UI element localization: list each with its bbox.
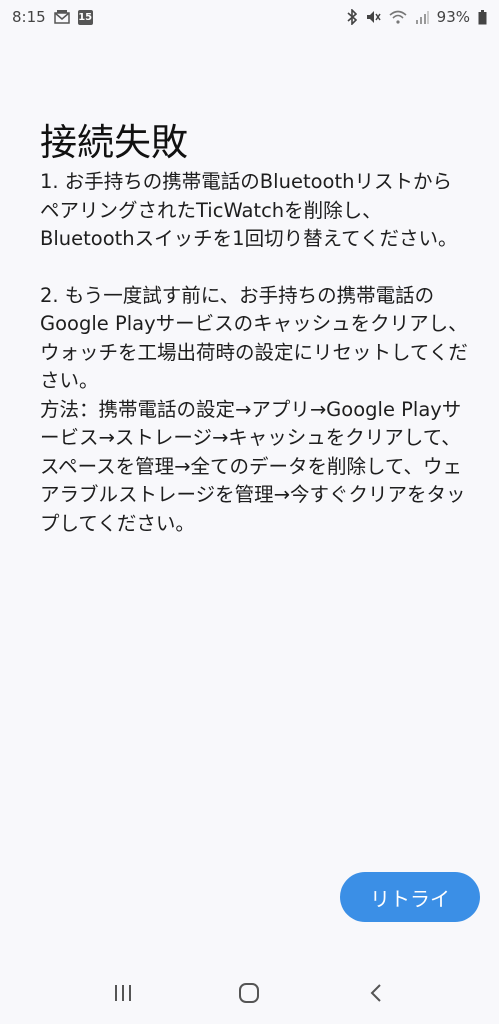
- status-left: 8:15 15: [12, 8, 93, 26]
- battery-percent: 93%: [436, 8, 470, 26]
- back-icon: [369, 983, 383, 1007]
- instruction-step-2: 2. もう一度試す前に、お手持ちの携帯電話のGoogle Playサービスのキャ…: [40, 283, 468, 393]
- home-button[interactable]: [219, 973, 279, 1017]
- recent-apps-icon: [113, 984, 133, 1006]
- mail-icon: [53, 10, 70, 24]
- instruction-method: 方法：携帯電話の設定→アプリ→Google Playサービス→ストレージ→キャッ…: [40, 397, 466, 535]
- page-title: 接続失敗: [40, 121, 188, 164]
- mute-icon: [365, 9, 381, 25]
- status-time: 8:15: [12, 8, 46, 26]
- recent-apps-button[interactable]: [93, 973, 153, 1017]
- back-button[interactable]: [346, 973, 406, 1017]
- navigation-bar: [0, 966, 499, 1024]
- instruction-step-1: 1. お手持ちの携帯電話のBluetoothリストからペアリングされたTicWa…: [40, 170, 458, 250]
- home-icon: [238, 982, 260, 1008]
- bluetooth-icon: [347, 9, 357, 25]
- status-right: 93%: [347, 8, 487, 26]
- battery-icon: [478, 9, 487, 25]
- status-bar: 8:15 15 93%: [0, 0, 499, 34]
- instructions-text: 1. お手持ちの携帯電話のBluetoothリストからペアリングされたTicWa…: [40, 168, 470, 538]
- signal-icon: [415, 10, 429, 24]
- wifi-icon: [389, 10, 407, 24]
- retry-button[interactable]: リトライ: [340, 872, 480, 922]
- calendar-icon: 15: [77, 9, 93, 25]
